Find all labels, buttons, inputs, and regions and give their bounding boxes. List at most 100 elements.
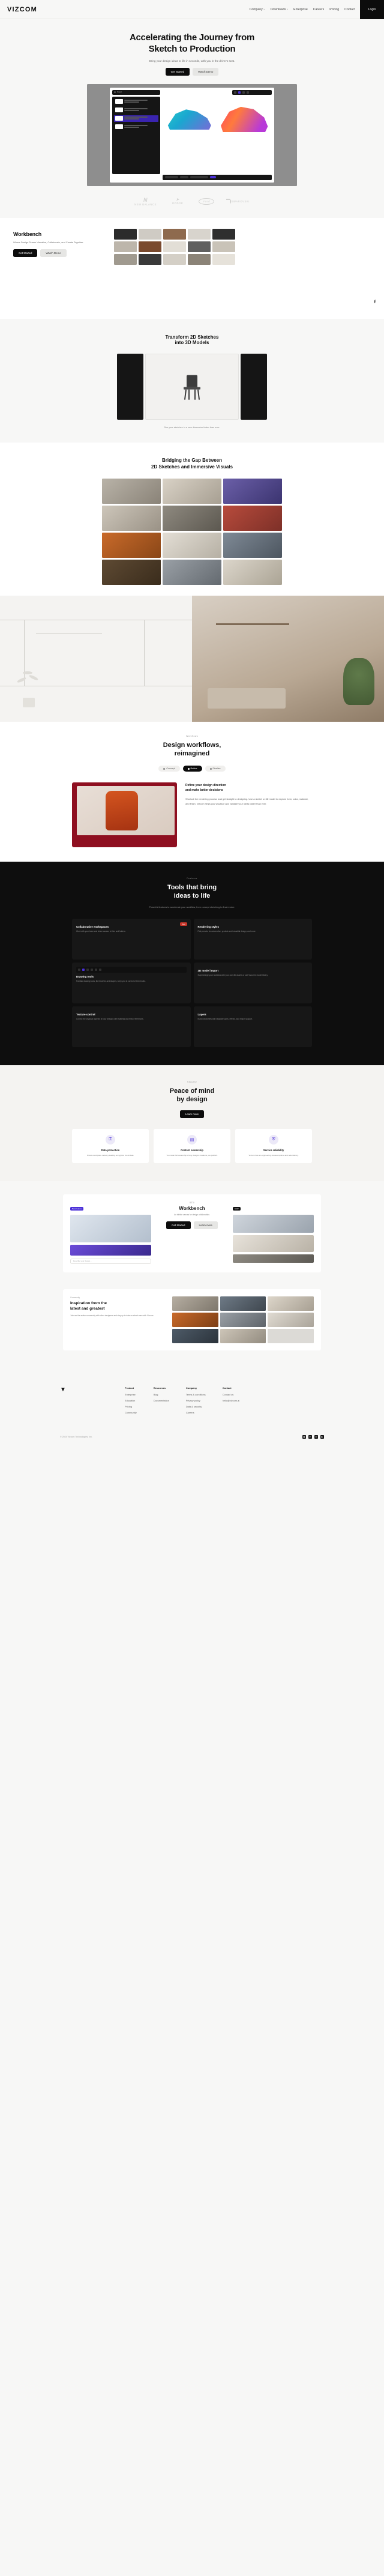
brush-tool-icon[interactable] bbox=[238, 91, 241, 94]
footer-link-privacy[interactable]: Privacy policy bbox=[186, 1399, 206, 1402]
layer-row[interactable] bbox=[114, 124, 158, 130]
promo-tile-product[interactable] bbox=[233, 1235, 314, 1252]
eraser-tool-icon[interactable] bbox=[242, 91, 245, 94]
promo-tile-shoe-2[interactable] bbox=[233, 1214, 314, 1233]
promo-tile-shoe[interactable] bbox=[70, 1214, 151, 1242]
footer-link-terms[interactable]: Terms & conditions bbox=[186, 1393, 206, 1396]
footer-link-blog[interactable]: Blog bbox=[154, 1393, 169, 1396]
watch-demo-button[interactable]: Watch Demo bbox=[193, 67, 219, 76]
footer-logo-icon[interactable]: ▼ bbox=[60, 1386, 108, 1417]
tool-card-texture-control[interactable]: Texture control Control the physical asp… bbox=[72, 1006, 191, 1047]
nav-item-enterprise[interactable]: Enterprise bbox=[293, 8, 308, 11]
options-field[interactable] bbox=[190, 176, 208, 178]
wb-card bbox=[212, 228, 235, 240]
footer-link-pricing[interactable]: Pricing bbox=[125, 1405, 137, 1408]
bridge-line1: Bridging the Gap Between bbox=[161, 457, 222, 463]
nav-item-company[interactable]: Company ˅ bbox=[250, 8, 265, 11]
transform-3d-section: Transform 2D Sketches into 3D Models See… bbox=[0, 318, 384, 443]
facebook-icon[interactable]: f bbox=[374, 300, 376, 304]
tool-card-collaborative-workspaces[interactable]: New Collaborative workspaces Work with y… bbox=[72, 919, 191, 960]
generate-button[interactable] bbox=[210, 176, 216, 178]
gallery-item[interactable] bbox=[223, 559, 282, 585]
footer-link-documentation[interactable]: Documentation bbox=[154, 1399, 169, 1402]
nav-item-contact[interactable]: Contact bbox=[344, 8, 355, 11]
footer-link-community[interactable]: Community bbox=[125, 1411, 137, 1414]
gallery-item[interactable] bbox=[268, 1328, 314, 1343]
footer-link-data-security[interactable]: Data & security bbox=[186, 1405, 206, 1408]
get-started-button[interactable]: Get Started bbox=[13, 249, 38, 257]
watch-demo-button[interactable]: Watch Demo bbox=[40, 249, 67, 257]
layer-row-selected[interactable] bbox=[114, 115, 158, 122]
style-field[interactable] bbox=[180, 176, 188, 178]
prompt-field[interactable] bbox=[165, 176, 178, 178]
footer-link-contact-us[interactable]: Contact us bbox=[223, 1393, 239, 1396]
gallery-item[interactable] bbox=[163, 559, 221, 585]
layer-thumbnail bbox=[115, 107, 123, 112]
tab-refine[interactable]: Refine bbox=[182, 766, 202, 772]
footer-link-careers[interactable]: Careers bbox=[186, 1411, 206, 1414]
gallery-item[interactable] bbox=[102, 478, 161, 504]
gallery-item[interactable] bbox=[223, 532, 282, 558]
layer-row[interactable] bbox=[114, 98, 158, 105]
linkedin-icon[interactable]: in bbox=[308, 1435, 312, 1439]
select-tool-icon[interactable] bbox=[234, 91, 236, 94]
gallery-item[interactable] bbox=[172, 1312, 218, 1327]
gallery-item[interactable] bbox=[163, 532, 221, 558]
youtube-icon[interactable]: ▶ bbox=[320, 1435, 324, 1439]
footer-link-education[interactable]: Education bbox=[125, 1399, 137, 1402]
gallery-item[interactable] bbox=[220, 1328, 266, 1343]
gallery-item[interactable] bbox=[268, 1296, 314, 1311]
footer-link-enterprise[interactable]: Enterprise bbox=[125, 1393, 137, 1396]
promo-center-column: BETA Workbench An infinite canvas for de… bbox=[156, 1202, 228, 1265]
tool-card-3d-model-import[interactable]: 3D model import Supercharge your workflo… bbox=[193, 963, 312, 1003]
tool-card-layers[interactable]: Layers Build robust files with separate … bbox=[193, 1006, 312, 1047]
tab-finalize[interactable]: Finalize bbox=[205, 766, 226, 772]
card-toolstrip[interactable] bbox=[76, 967, 187, 973]
get-started-button[interactable]: Get Started bbox=[166, 1221, 191, 1229]
layer-row[interactable] bbox=[114, 107, 158, 113]
gallery-item[interactable] bbox=[102, 505, 161, 531]
app-toolbar[interactable] bbox=[232, 89, 272, 95]
gallery-item[interactable] bbox=[220, 1296, 266, 1311]
instagram-icon[interactable]: ▣ bbox=[302, 1435, 306, 1439]
promo-tile-render[interactable] bbox=[233, 1254, 314, 1263]
workflow-copy: Refine your design direction and make be… bbox=[185, 782, 312, 805]
wb-card bbox=[212, 241, 235, 252]
gallery-item[interactable] bbox=[163, 505, 221, 531]
learn-more-button[interactable]: Learn more bbox=[179, 1110, 205, 1118]
login-button[interactable]: Login bbox=[360, 0, 384, 19]
tool-panel-left[interactable] bbox=[117, 353, 143, 420]
tool-card-drawing-tools[interactable]: Drawing tools Familiar drawing tools, li… bbox=[72, 963, 191, 1003]
prompt-input[interactable]: Describe your design... bbox=[70, 1258, 151, 1264]
brand-logo[interactable]: VIZCOM bbox=[0, 6, 37, 13]
twitter-icon[interactable]: ✉ bbox=[314, 1435, 318, 1439]
wb-card bbox=[163, 228, 186, 240]
tab-concept[interactable]: Concept bbox=[158, 766, 180, 772]
app-layers-panel[interactable] bbox=[112, 96, 160, 174]
gallery-item[interactable] bbox=[172, 1296, 218, 1311]
gallery-item[interactable] bbox=[223, 478, 282, 504]
gallery-item[interactable] bbox=[223, 505, 282, 531]
nav-item-downloads[interactable]: Downloads ˅ bbox=[271, 8, 289, 11]
gallery-item[interactable] bbox=[102, 559, 161, 585]
gallery-item[interactable] bbox=[172, 1328, 218, 1343]
viewport-3d[interactable] bbox=[145, 353, 239, 420]
gallery-item[interactable] bbox=[268, 1312, 314, 1327]
learn-more-button[interactable]: Learn more bbox=[193, 1221, 218, 1229]
gallery-item[interactable] bbox=[220, 1312, 266, 1327]
nav-item-careers[interactable]: Careers bbox=[313, 8, 324, 11]
wb-card bbox=[163, 253, 186, 265]
tool-panel-right[interactable] bbox=[241, 353, 267, 420]
card-title: Layers bbox=[197, 1013, 206, 1016]
workbench-card-grid bbox=[114, 228, 235, 265]
footer-link-email[interactable]: hello@vizcom.ai bbox=[223, 1399, 239, 1402]
nav-item-pricing[interactable]: Pricing bbox=[329, 8, 339, 11]
get-started-button[interactable]: Get Started bbox=[165, 67, 190, 76]
app-prompt-bar[interactable] bbox=[163, 174, 272, 180]
tool-card-rendering-styles[interactable]: Rendering styles Pick presets for automo… bbox=[193, 919, 312, 960]
gallery-item[interactable] bbox=[102, 532, 161, 558]
promo-tile-purple[interactable] bbox=[70, 1244, 151, 1256]
app-topbar[interactable]: Project bbox=[112, 89, 160, 95]
shape-tool-icon[interactable] bbox=[247, 91, 249, 94]
gallery-item[interactable] bbox=[163, 478, 221, 504]
